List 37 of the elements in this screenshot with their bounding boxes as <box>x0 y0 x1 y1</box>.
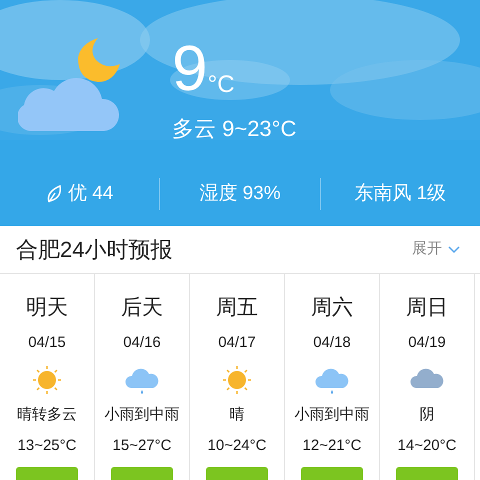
forecast-date: 04/19 <box>408 332 446 352</box>
weather-stat: 湿度 93% <box>199 182 281 206</box>
temperature-range: 15~27°C <box>112 436 172 456</box>
weather-summary: 多云 9~23°C <box>172 115 296 143</box>
weather-stat: 东南风 1级 <box>354 182 446 206</box>
condition-text: 小雨到中雨 <box>104 405 180 425</box>
forecast-date: 04/16 <box>123 332 161 352</box>
sun-icon <box>221 364 253 396</box>
condition-text: 晴转多云 <box>17 405 77 425</box>
leaf-icon <box>46 184 62 204</box>
condition-text: 晴 <box>230 405 244 425</box>
temperature-range: 14~20°C <box>398 436 456 456</box>
day-label: 后天 <box>121 295 163 321</box>
air-quality-badge <box>396 467 458 480</box>
expand-toggle[interactable]: 展开 <box>412 238 460 261</box>
temperature-range: 12~21°C <box>302 436 362 456</box>
day-label: 周五 <box>216 295 258 321</box>
forecast-date: 04/17 <box>218 332 256 352</box>
condition-text: 阴 <box>420 405 434 425</box>
day-label: 周日 <box>406 295 448 321</box>
chevron-down-icon <box>448 246 460 254</box>
sun-icon <box>31 364 63 396</box>
condition-text: 小雨到中雨 <box>294 405 370 425</box>
forecast-date: 04/15 <box>28 332 66 352</box>
day-label: 明天 <box>26 295 68 321</box>
air-quality-badge <box>16 467 78 480</box>
air-quality-badge <box>111 467 173 480</box>
day-label: 周六 <box>311 295 353 321</box>
temperature-unit: °C <box>208 70 235 100</box>
temperature-range: 13~25°C <box>18 436 76 456</box>
temperature-range: 10~24°C <box>208 436 266 456</box>
weather-stat: 优 44 <box>68 182 114 206</box>
current-temperature: 9 <box>172 36 208 100</box>
forecast-title: 合肥24小时预报 <box>16 236 172 264</box>
forecast-date: 04/18 <box>313 332 351 352</box>
air-quality-badge <box>206 467 268 480</box>
air-quality-badge <box>301 467 363 480</box>
